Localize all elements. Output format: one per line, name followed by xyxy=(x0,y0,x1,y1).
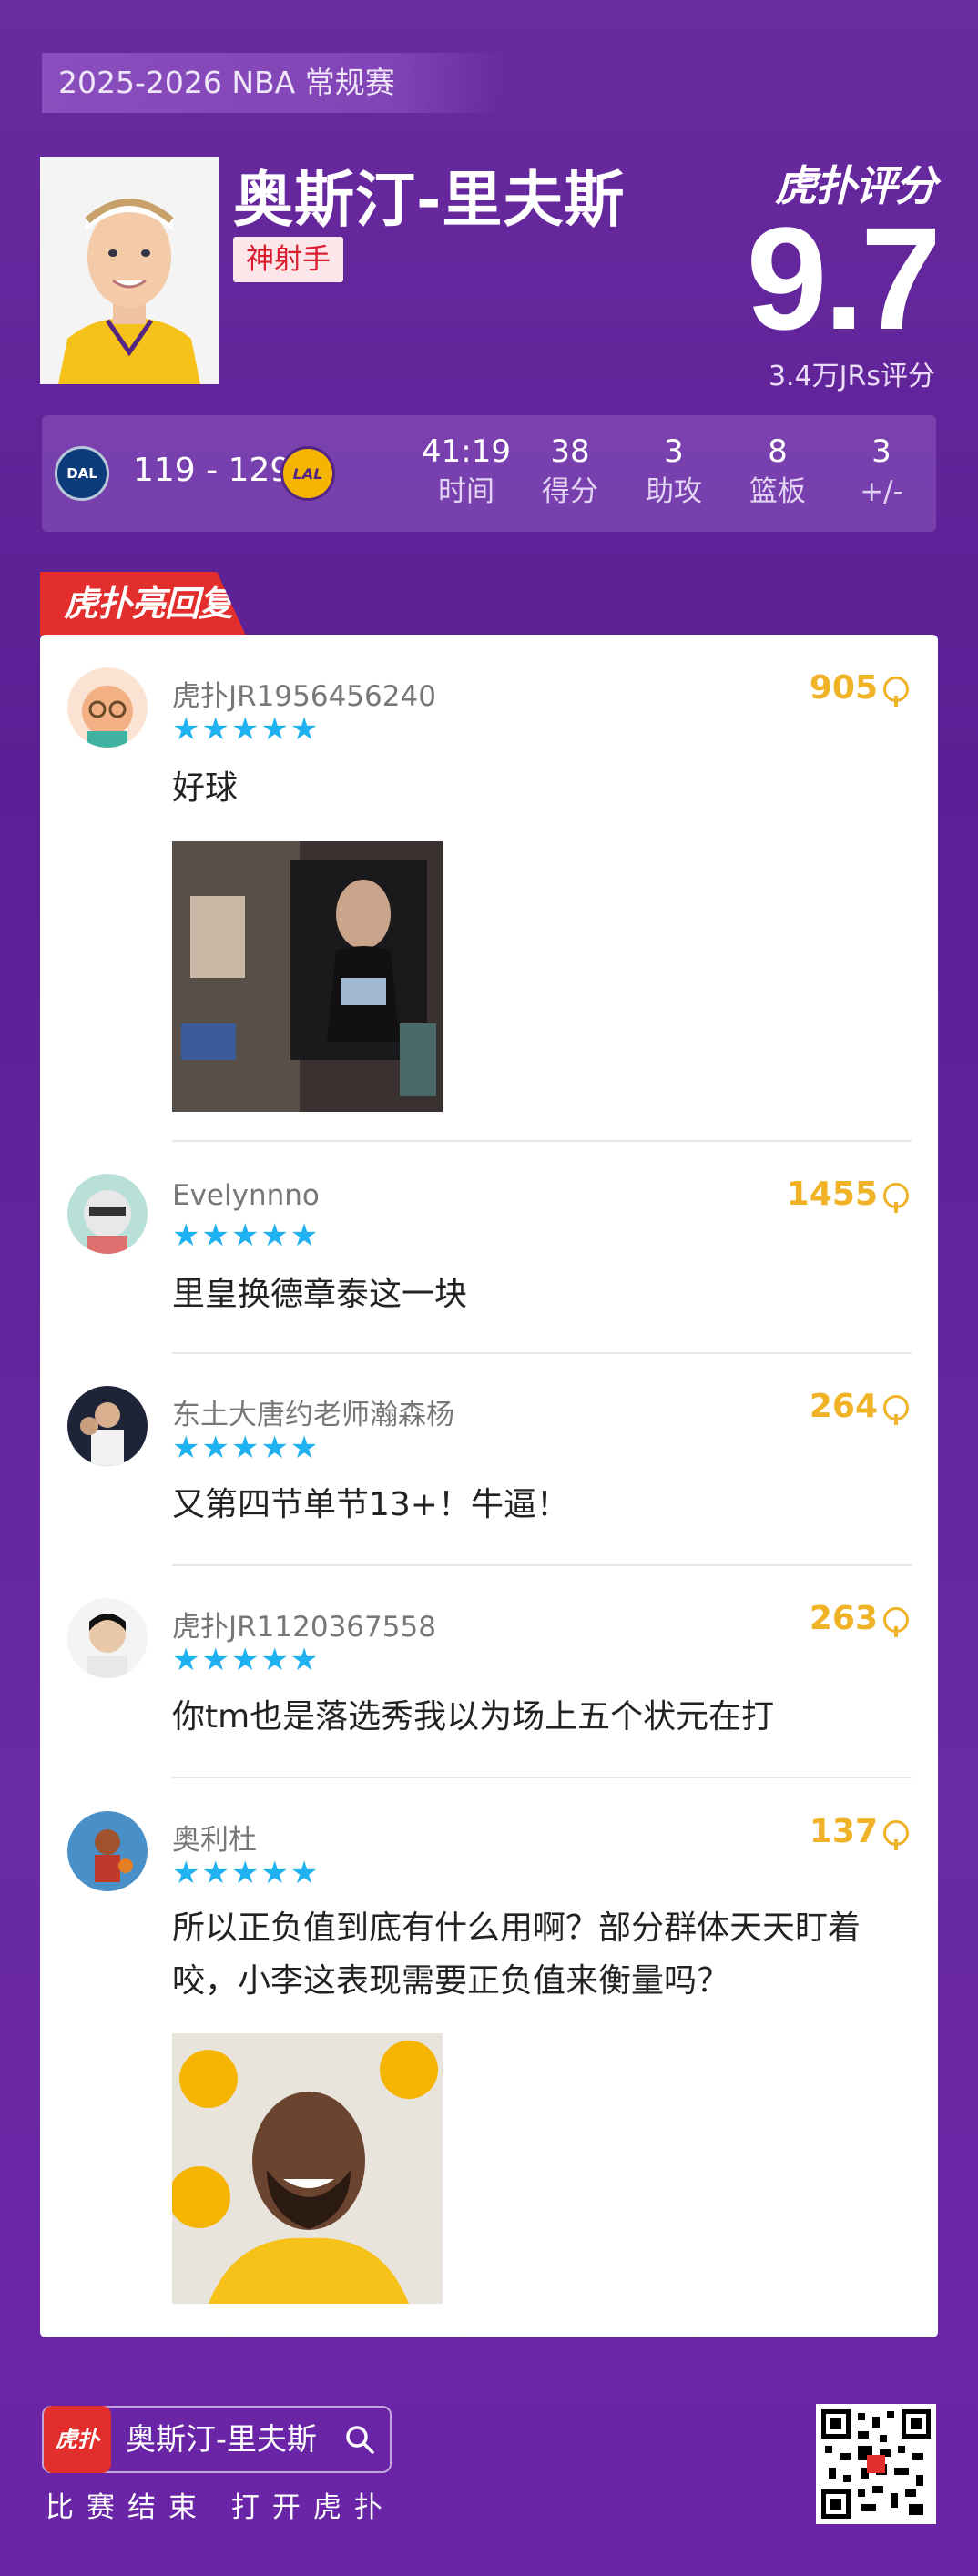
search-icon[interactable] xyxy=(344,2424,375,2455)
stat-minutes: 41:19 时间 xyxy=(412,432,521,512)
divider xyxy=(172,1777,912,1778)
star-rating: ★★★★★ xyxy=(172,1855,321,1891)
stat-plus-minus: 3 +/- xyxy=(827,432,936,512)
comment-text: 又第四节单节13+！牛逼！ xyxy=(172,1486,569,1523)
lightbulb-icon[interactable] xyxy=(883,1395,909,1425)
comment-image[interactable] xyxy=(172,2033,443,2304)
qr-code[interactable] xyxy=(816,2404,936,2524)
mavericks-logo-icon: DAL xyxy=(55,446,109,501)
like-count: 264 xyxy=(809,1388,878,1425)
like-count: 137 xyxy=(809,1813,878,1850)
stat-value: 38 xyxy=(550,433,590,470)
like-count: 263 xyxy=(809,1600,878,1637)
player-name: 奥斯汀-里夫斯 xyxy=(233,165,626,235)
stat-rebounds: 8 篮板 xyxy=(723,432,832,512)
star-rating: ★★★★★ xyxy=(172,1430,321,1466)
user-avatar[interactable] xyxy=(67,1386,148,1466)
divider xyxy=(172,1352,912,1354)
comments-panel: 虎扑JR1956456240 ★★★★★ 905 好球 Evelynnno ★★… xyxy=(40,635,938,2337)
rating-count: 3.4万JRs评分 xyxy=(768,361,935,392)
divider xyxy=(172,1564,912,1566)
stat-value: 8 xyxy=(768,433,788,470)
stat-label: 助攻 xyxy=(646,475,702,508)
lightbulb-icon[interactable] xyxy=(883,1820,909,1850)
footer-caption: 比赛结束 打开虎扑 xyxy=(46,2491,395,2524)
stat-label: 篮板 xyxy=(749,475,806,508)
game-stats-bar: DAL 119 - 129 LAL 41:19 时间 38 得分 3 助攻 8 … xyxy=(42,415,936,532)
stat-value: 41:19 xyxy=(422,433,511,470)
star-rating: ★★★★★ xyxy=(172,1642,321,1678)
comment-username[interactable]: 虎扑JR1956456240 xyxy=(172,673,436,714)
lakers-logo-icon: LAL xyxy=(280,446,335,501)
search-box[interactable]: 虎扑 奥斯汀-里夫斯 xyxy=(42,2406,392,2473)
like-count: 1455 xyxy=(786,1176,878,1213)
comment-image[interactable] xyxy=(172,841,443,1112)
stat-value: 3 xyxy=(664,433,684,470)
user-avatar[interactable] xyxy=(67,667,148,748)
comment-text: 你tm也是落选秀我以为场上五个状元在打 xyxy=(172,1698,775,1736)
player-badge: 神射手 xyxy=(233,237,343,282)
user-avatar[interactable] xyxy=(67,1174,148,1254)
player-avatar xyxy=(40,157,219,384)
comment-username[interactable]: Evelynnno xyxy=(172,1179,320,1212)
stat-assists: 3 助攻 xyxy=(619,432,728,512)
comment-text: 所以正负值到底有什么用啊？部分群体天天盯着咬，小李这表现需要正负值来衡量吗？ xyxy=(172,1909,861,2000)
stat-label: 得分 xyxy=(542,475,598,508)
game-score: 119 - 129 xyxy=(133,452,291,489)
lightbulb-icon[interactable] xyxy=(883,1183,909,1213)
star-rating: ★★★★★ xyxy=(172,1217,321,1254)
comment-username[interactable]: 东土大唐约老师瀚森杨 xyxy=(172,1391,454,1432)
comment-text: 里皇换德章泰这一块 xyxy=(172,1276,468,1313)
user-avatar[interactable] xyxy=(67,1811,148,1891)
lightbulb-icon[interactable] xyxy=(883,677,909,707)
rating-score: 9.7 xyxy=(746,197,942,360)
stat-points: 38 得分 xyxy=(515,432,625,512)
lightbulb-icon[interactable] xyxy=(883,1607,909,1637)
season-label: 2025-2026 NBA 常规赛 xyxy=(42,53,506,113)
like-count: 905 xyxy=(809,669,878,707)
star-rating: ★★★★★ xyxy=(172,711,321,748)
user-avatar[interactable] xyxy=(67,1598,148,1678)
stat-value: 3 xyxy=(871,433,891,470)
qr-code-icon xyxy=(821,2409,931,2519)
stat-label: 时间 xyxy=(438,475,494,508)
hupu-app-icon: 虎扑 xyxy=(44,2406,111,2473)
comment-username[interactable]: 奥利杜 xyxy=(172,1817,257,1858)
hot-replies-tag: 虎扑亮回复 xyxy=(40,572,246,636)
comment-text: 好球 xyxy=(172,769,239,807)
stat-label: +/- xyxy=(860,475,903,508)
search-query: 奥斯汀-里夫斯 xyxy=(126,2421,317,2457)
comment-username[interactable]: 虎扑JR1120367558 xyxy=(172,1604,436,1644)
divider xyxy=(172,1140,912,1142)
